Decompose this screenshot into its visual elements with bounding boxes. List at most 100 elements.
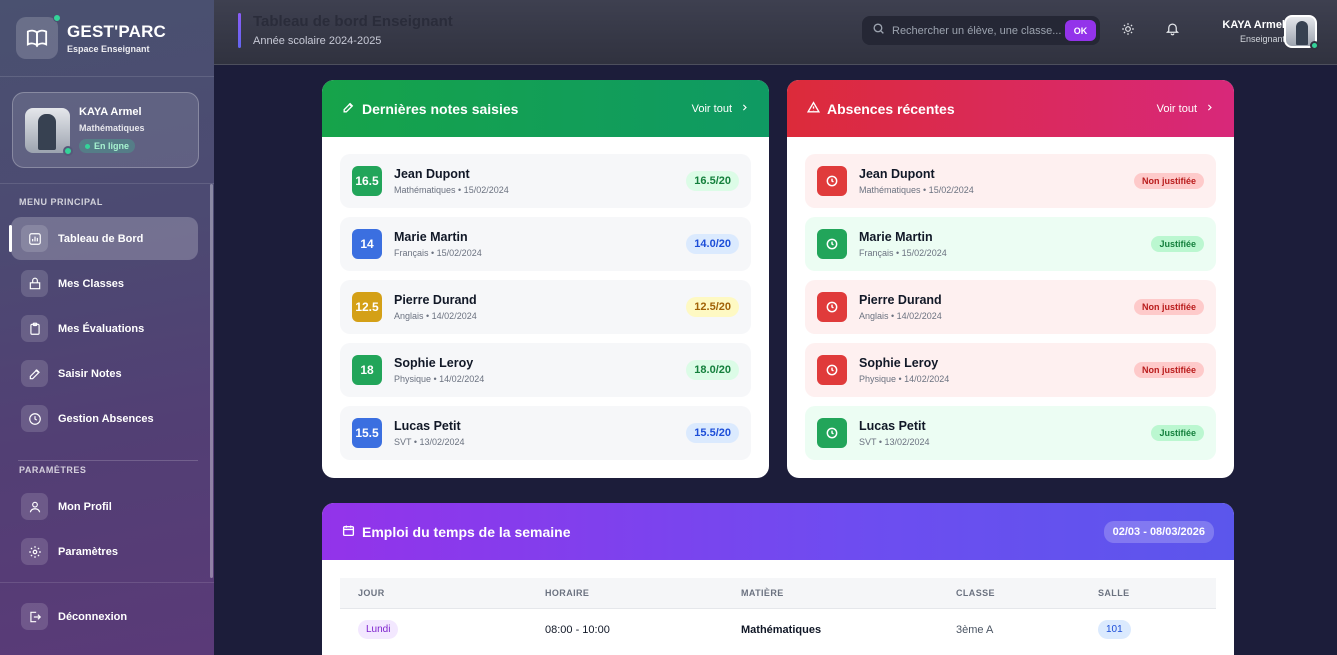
grade-badge: 14	[352, 229, 382, 259]
student-name: Jean Dupont	[394, 167, 470, 181]
absences-voir-tout-link[interactable]: Voir tout	[1157, 103, 1214, 115]
sidebar-item-label: Mon Profil	[58, 500, 112, 513]
list-item[interactable]: 14 Marie Martin Français • 15/02/2024 14.0/…	[340, 217, 751, 271]
absence-meta: Français • 15/02/2024	[859, 248, 947, 258]
edit-icon	[342, 101, 355, 117]
score-pill: 16.5/20	[686, 171, 739, 191]
brand-subtitle: Espace Enseignant	[67, 44, 150, 54]
absences-card-header: Absences récentes Voir tout	[787, 80, 1234, 137]
brand-title: GEST'PARC	[67, 22, 167, 41]
sidebar-item-profile[interactable]: Mon Profil	[11, 485, 198, 528]
book-logo-icon	[16, 14, 61, 59]
chevron-right-icon	[740, 103, 749, 115]
search-input[interactable]	[892, 24, 1062, 37]
student-name: Lucas Petit	[394, 419, 461, 433]
table-row[interactable]: Lundi 08:00 - 10:00 Mathématiques 3ème A…	[340, 609, 1216, 655]
sidebar-item-evaluations[interactable]: Mes Évaluations	[11, 307, 198, 350]
calendar-icon	[342, 524, 355, 540]
grade-badge: 16.5	[352, 166, 382, 196]
week-range-badge: 02/03 - 08/03/2026	[1103, 520, 1214, 543]
sidebar-item-classes[interactable]: Mes Classes	[11, 262, 198, 305]
clock-icon	[817, 166, 847, 196]
grade-badge: 15.5	[352, 418, 382, 448]
theme-toggle-button[interactable]	[1116, 19, 1140, 43]
search-ok-button[interactable]: OK	[1065, 20, 1096, 41]
user-name: KAYA Armel	[79, 106, 142, 119]
status-badge: Non justifiée	[1133, 299, 1204, 315]
brand: GEST'PARC Espace Enseignant	[0, 0, 214, 77]
sidebar-scrollbar[interactable]	[210, 184, 213, 578]
class-cell: 3ème A	[956, 624, 994, 636]
status-badge: En ligne	[79, 139, 136, 154]
header-user-name: KAYA Armel	[1222, 19, 1285, 31]
sidebar-item-label: Saisir Notes	[58, 367, 122, 380]
page-subtitle: Année scolaire 2024-2025	[253, 35, 382, 47]
student-name: Pierre Durand	[859, 293, 942, 307]
search-bar: OK	[862, 16, 1100, 45]
notes-voir-tout-link[interactable]: Voir tout	[692, 103, 749, 115]
column-header: CLASSE	[956, 588, 995, 598]
student-name: Marie Martin	[394, 230, 468, 244]
notifications-button[interactable]	[1160, 19, 1184, 43]
schedule-card: Emploi du temps de la semaine 02/03 - 08…	[322, 503, 1234, 655]
list-item[interactable]: 18 Sophie Leroy Physique • 14/02/2024 18.0/…	[340, 343, 751, 397]
chevron-right-icon	[1205, 103, 1214, 115]
classes-icon	[21, 270, 48, 297]
student-name: Sophie Leroy	[859, 356, 939, 370]
user-subject: Mathématiques	[79, 123, 145, 134]
list-item[interactable]: Marie Martin Français • 15/02/2024 Justifi…	[805, 217, 1216, 271]
sidebar-item-label: Tableau de Bord	[58, 232, 144, 245]
status-badge: Non justifiée	[1133, 173, 1204, 189]
clock-icon	[817, 418, 847, 448]
list-item[interactable]: Pierre Durand Anglais • 14/02/2024 Non jus…	[805, 280, 1216, 334]
score-pill: 14.0/20	[686, 234, 739, 254]
logout-button[interactable]: Déconnexion	[11, 595, 198, 638]
score-pill: 15.5/20	[686, 423, 739, 443]
clock-icon	[817, 292, 847, 322]
header-user[interactable]: KAYA Armel Enseignant	[1222, 19, 1285, 44]
list-item[interactable]: 16.5 Jean Dupont Mathématiques • 15/02/202…	[340, 154, 751, 208]
student-name: Marie Martin	[859, 230, 933, 244]
sidebar-item-absences[interactable]: Gestion Absences	[11, 397, 198, 440]
clock-icon	[817, 229, 847, 259]
list-item[interactable]: 15.5 Lucas Petit SVT • 13/02/2024 15.5/20	[340, 406, 751, 460]
header-user-role: Enseignant	[1239, 34, 1285, 44]
logout-icon	[21, 603, 48, 630]
notes-card-title: Dernières notes saisies	[362, 100, 519, 117]
list-item[interactable]: 12.5 Pierre Durand Anglais • 14/02/2024 12.…	[340, 280, 751, 334]
user-icon	[21, 493, 48, 520]
student-name: Pierre Durand	[394, 293, 477, 307]
list-item[interactable]: Jean Dupont Mathématiques • 15/02/2024 Non…	[805, 154, 1216, 208]
column-header: SALLE	[1098, 588, 1130, 598]
status-badge: Non justifiée	[1133, 362, 1204, 378]
student-name: Lucas Petit	[859, 419, 926, 433]
top-header: Tableau de bord Enseignant Année scolair…	[214, 0, 1337, 65]
sidebar-item-settings[interactable]: Paramètres	[11, 530, 198, 573]
clock-icon	[817, 355, 847, 385]
sidebar-item-label: Déconnexion	[58, 610, 128, 623]
day-badge: Lundi	[358, 620, 399, 639]
sidebar: GEST'PARC Espace Enseignant KAYA Armel M…	[0, 0, 214, 655]
header-avatar[interactable]	[1284, 15, 1319, 50]
absence-meta: Mathématiques • 15/02/2024	[859, 185, 974, 195]
note-meta: Physique • 14/02/2024	[394, 374, 485, 384]
warning-icon	[806, 100, 821, 117]
list-item[interactable]: Lucas Petit SVT • 13/02/2024 Justifiée	[805, 406, 1216, 460]
note-meta: Anglais • 14/02/2024	[394, 311, 477, 321]
bell-icon	[1165, 21, 1180, 41]
chart-icon	[21, 225, 48, 252]
subject-cell: Mathématiques	[741, 624, 822, 636]
sidebar-item-dashboard[interactable]: Tableau de Bord	[9, 217, 198, 260]
column-header: JOUR	[358, 588, 385, 598]
sidebar-item-label: Paramètres	[58, 545, 118, 558]
absence-meta: Anglais • 14/02/2024	[859, 311, 942, 321]
sidebar-item-notes[interactable]: Saisir Notes	[11, 352, 198, 395]
sun-icon	[1121, 22, 1135, 41]
clipboard-icon	[21, 315, 48, 342]
column-header: HORAIRE	[545, 588, 590, 598]
user-card[interactable]: KAYA Armel Mathématiques En ligne	[12, 92, 199, 168]
column-header: MATIÈRE	[741, 588, 784, 598]
list-item[interactable]: Sophie Leroy Physique • 14/02/2024 Non jus…	[805, 343, 1216, 397]
score-pill: 18.0/20	[686, 360, 739, 380]
room-badge: 101	[1098, 620, 1131, 639]
